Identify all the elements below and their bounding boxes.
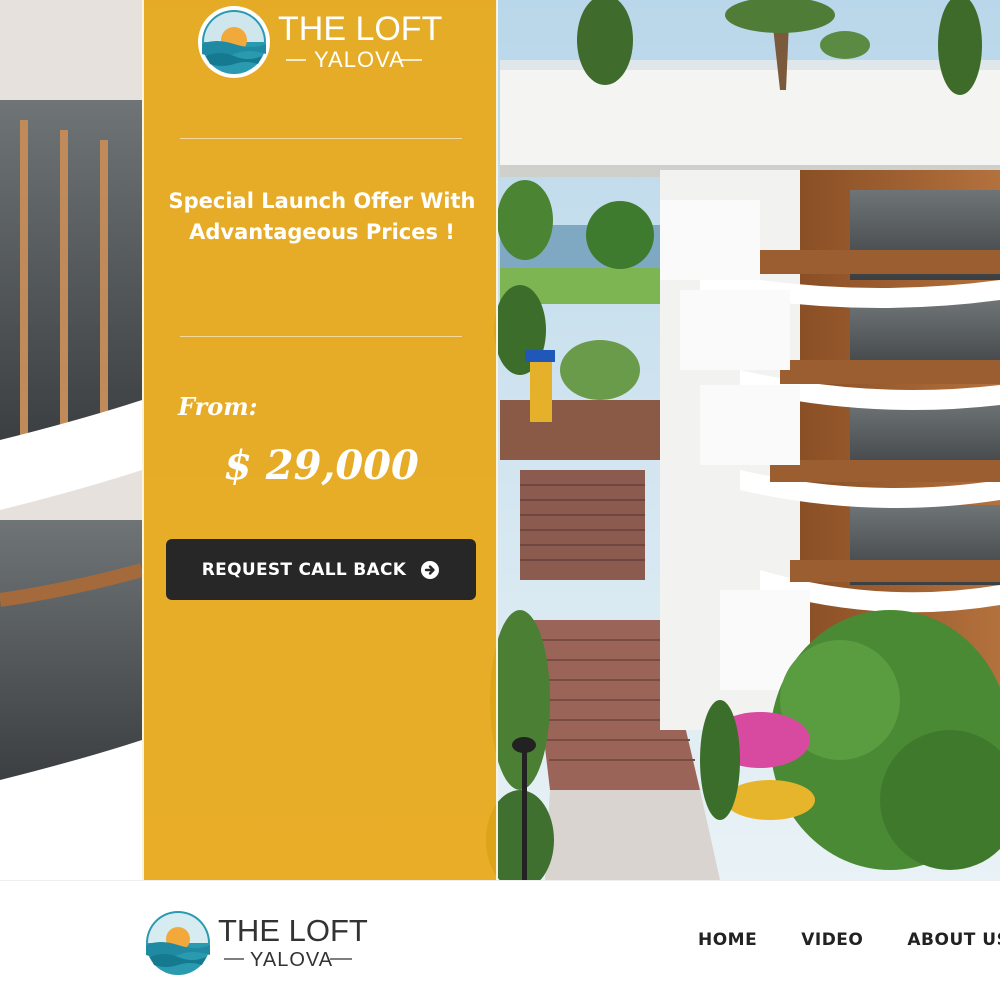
nav-item-video[interactable]: VIDEO [801, 930, 863, 950]
brand-logo[interactable]: THE LOFT YALOVA [196, 2, 456, 82]
request-call-back-button[interactable]: REQUEST CALL BACK [166, 539, 476, 600]
hero-banner: THE LOFT YALOVA Special Launch Offer Wit… [0, 0, 1000, 880]
request-call-back-label: REQUEST CALL BACK [201, 559, 407, 580]
panel-divider-bottom [180, 336, 462, 337]
brand-logo-line1: THE LOFT [278, 10, 442, 48]
price-value: $ 29,000 [224, 442, 419, 489]
circle-arrow-right-icon [421, 560, 440, 579]
header-logo-line2: YALOVA [250, 949, 333, 971]
offer-panel: THE LOFT YALOVA Special Launch Offer Wit… [142, 0, 498, 880]
header-logo-line1: THE LOFT [218, 913, 368, 948]
header-logo[interactable]: THE LOFT YALOVA [144, 905, 376, 977]
nav-item-about-us[interactable]: ABOUT US [907, 930, 1000, 950]
brand-logo-line2: YALOVA [314, 47, 405, 72]
main-nav: HOME VIDEO ABOUT US [698, 930, 1000, 950]
offer-headline: Special Launch Offer With Advantageous P… [168, 189, 476, 244]
site-header: THE LOFT YALOVA HOME VIDEO ABOUT US [0, 880, 1000, 1000]
price-from-label: From: [178, 392, 258, 421]
panel-divider-top [180, 138, 462, 139]
nav-item-home[interactable]: HOME [698, 930, 757, 950]
